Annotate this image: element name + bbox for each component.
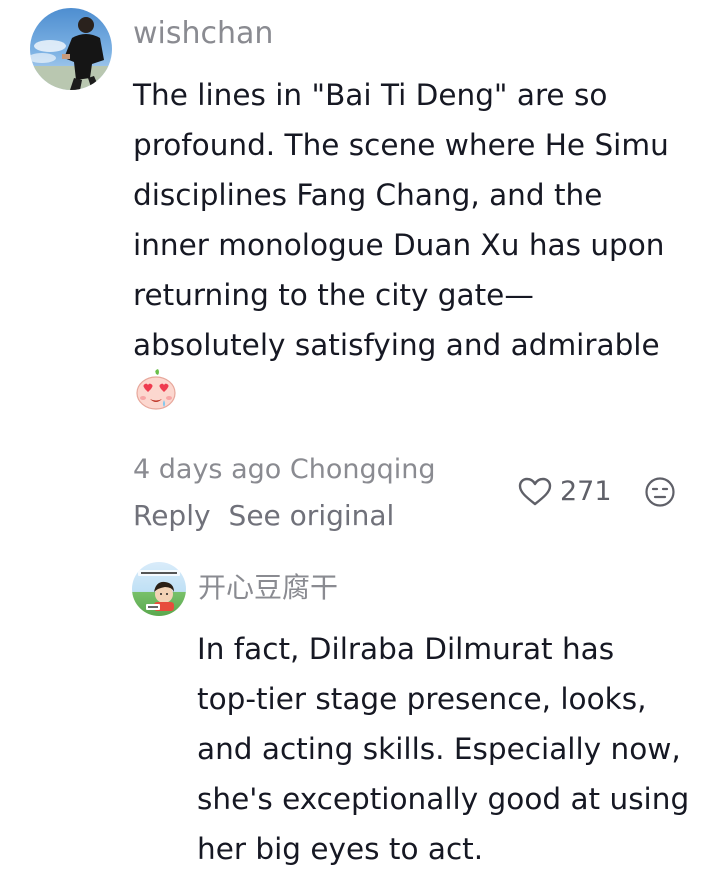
reply-text-line: top-tier stage presence, looks,: [197, 682, 647, 716]
reply-text-line: and acting skills. Especially now,: [197, 732, 681, 766]
like-button[interactable]: 271: [518, 472, 612, 512]
comment: wishchan The lines in "Bai Ti Deng" are …: [0, 0, 720, 560]
reply-button[interactable]: Reply: [133, 499, 211, 532]
comment-timestamp-location: 4 days ago Chongqing: [133, 454, 436, 485]
heart-outline-icon: [518, 477, 552, 506]
reply-text: In fact, Dilraba Dilmurat has top-tier s…: [197, 624, 707, 874]
comment-actions: Reply See original: [133, 496, 412, 536]
comment-text-line: profound. The scene where He Simu: [133, 128, 669, 162]
reply-text-line: her big eyes to act.: [197, 832, 484, 866]
comment-username[interactable]: wishchan: [133, 14, 273, 54]
user-avatar[interactable]: [30, 8, 112, 90]
cartoon-avatar-image: [138, 570, 180, 611]
comment-text: The lines in "Bai Ti Deng" are so profou…: [133, 70, 703, 370]
avatar-photo: [30, 17, 112, 90]
reply-username[interactable]: 开心豆腐干: [198, 568, 338, 608]
like-count: 271: [560, 476, 612, 507]
reply-user-avatar[interactable]: [132, 562, 186, 616]
reply-comment: 开心豆腐干 In fact, Dilraba Dilmurat has top-…: [0, 556, 720, 888]
comment-text-line: The lines in "Bai Ti Deng" are so: [133, 78, 608, 112]
reply-text-line: she's exceptionally good at using: [197, 782, 690, 816]
comment-text-line: returning to the city gate—: [133, 278, 534, 312]
see-original-button[interactable]: See original: [229, 499, 395, 532]
comment-text-line: absolutely satisfying and admirable: [133, 328, 660, 362]
reply-text-line: In fact, Dilraba Dilmurat has: [197, 632, 615, 666]
comment-text-line: inner monologue Duan Xu has upon: [133, 228, 665, 262]
comment-text-line: disciplines Fang Chang, and the: [133, 178, 603, 212]
heart-eyes-emoji-icon: [134, 368, 178, 412]
unamused-face-icon[interactable]: [644, 476, 676, 508]
